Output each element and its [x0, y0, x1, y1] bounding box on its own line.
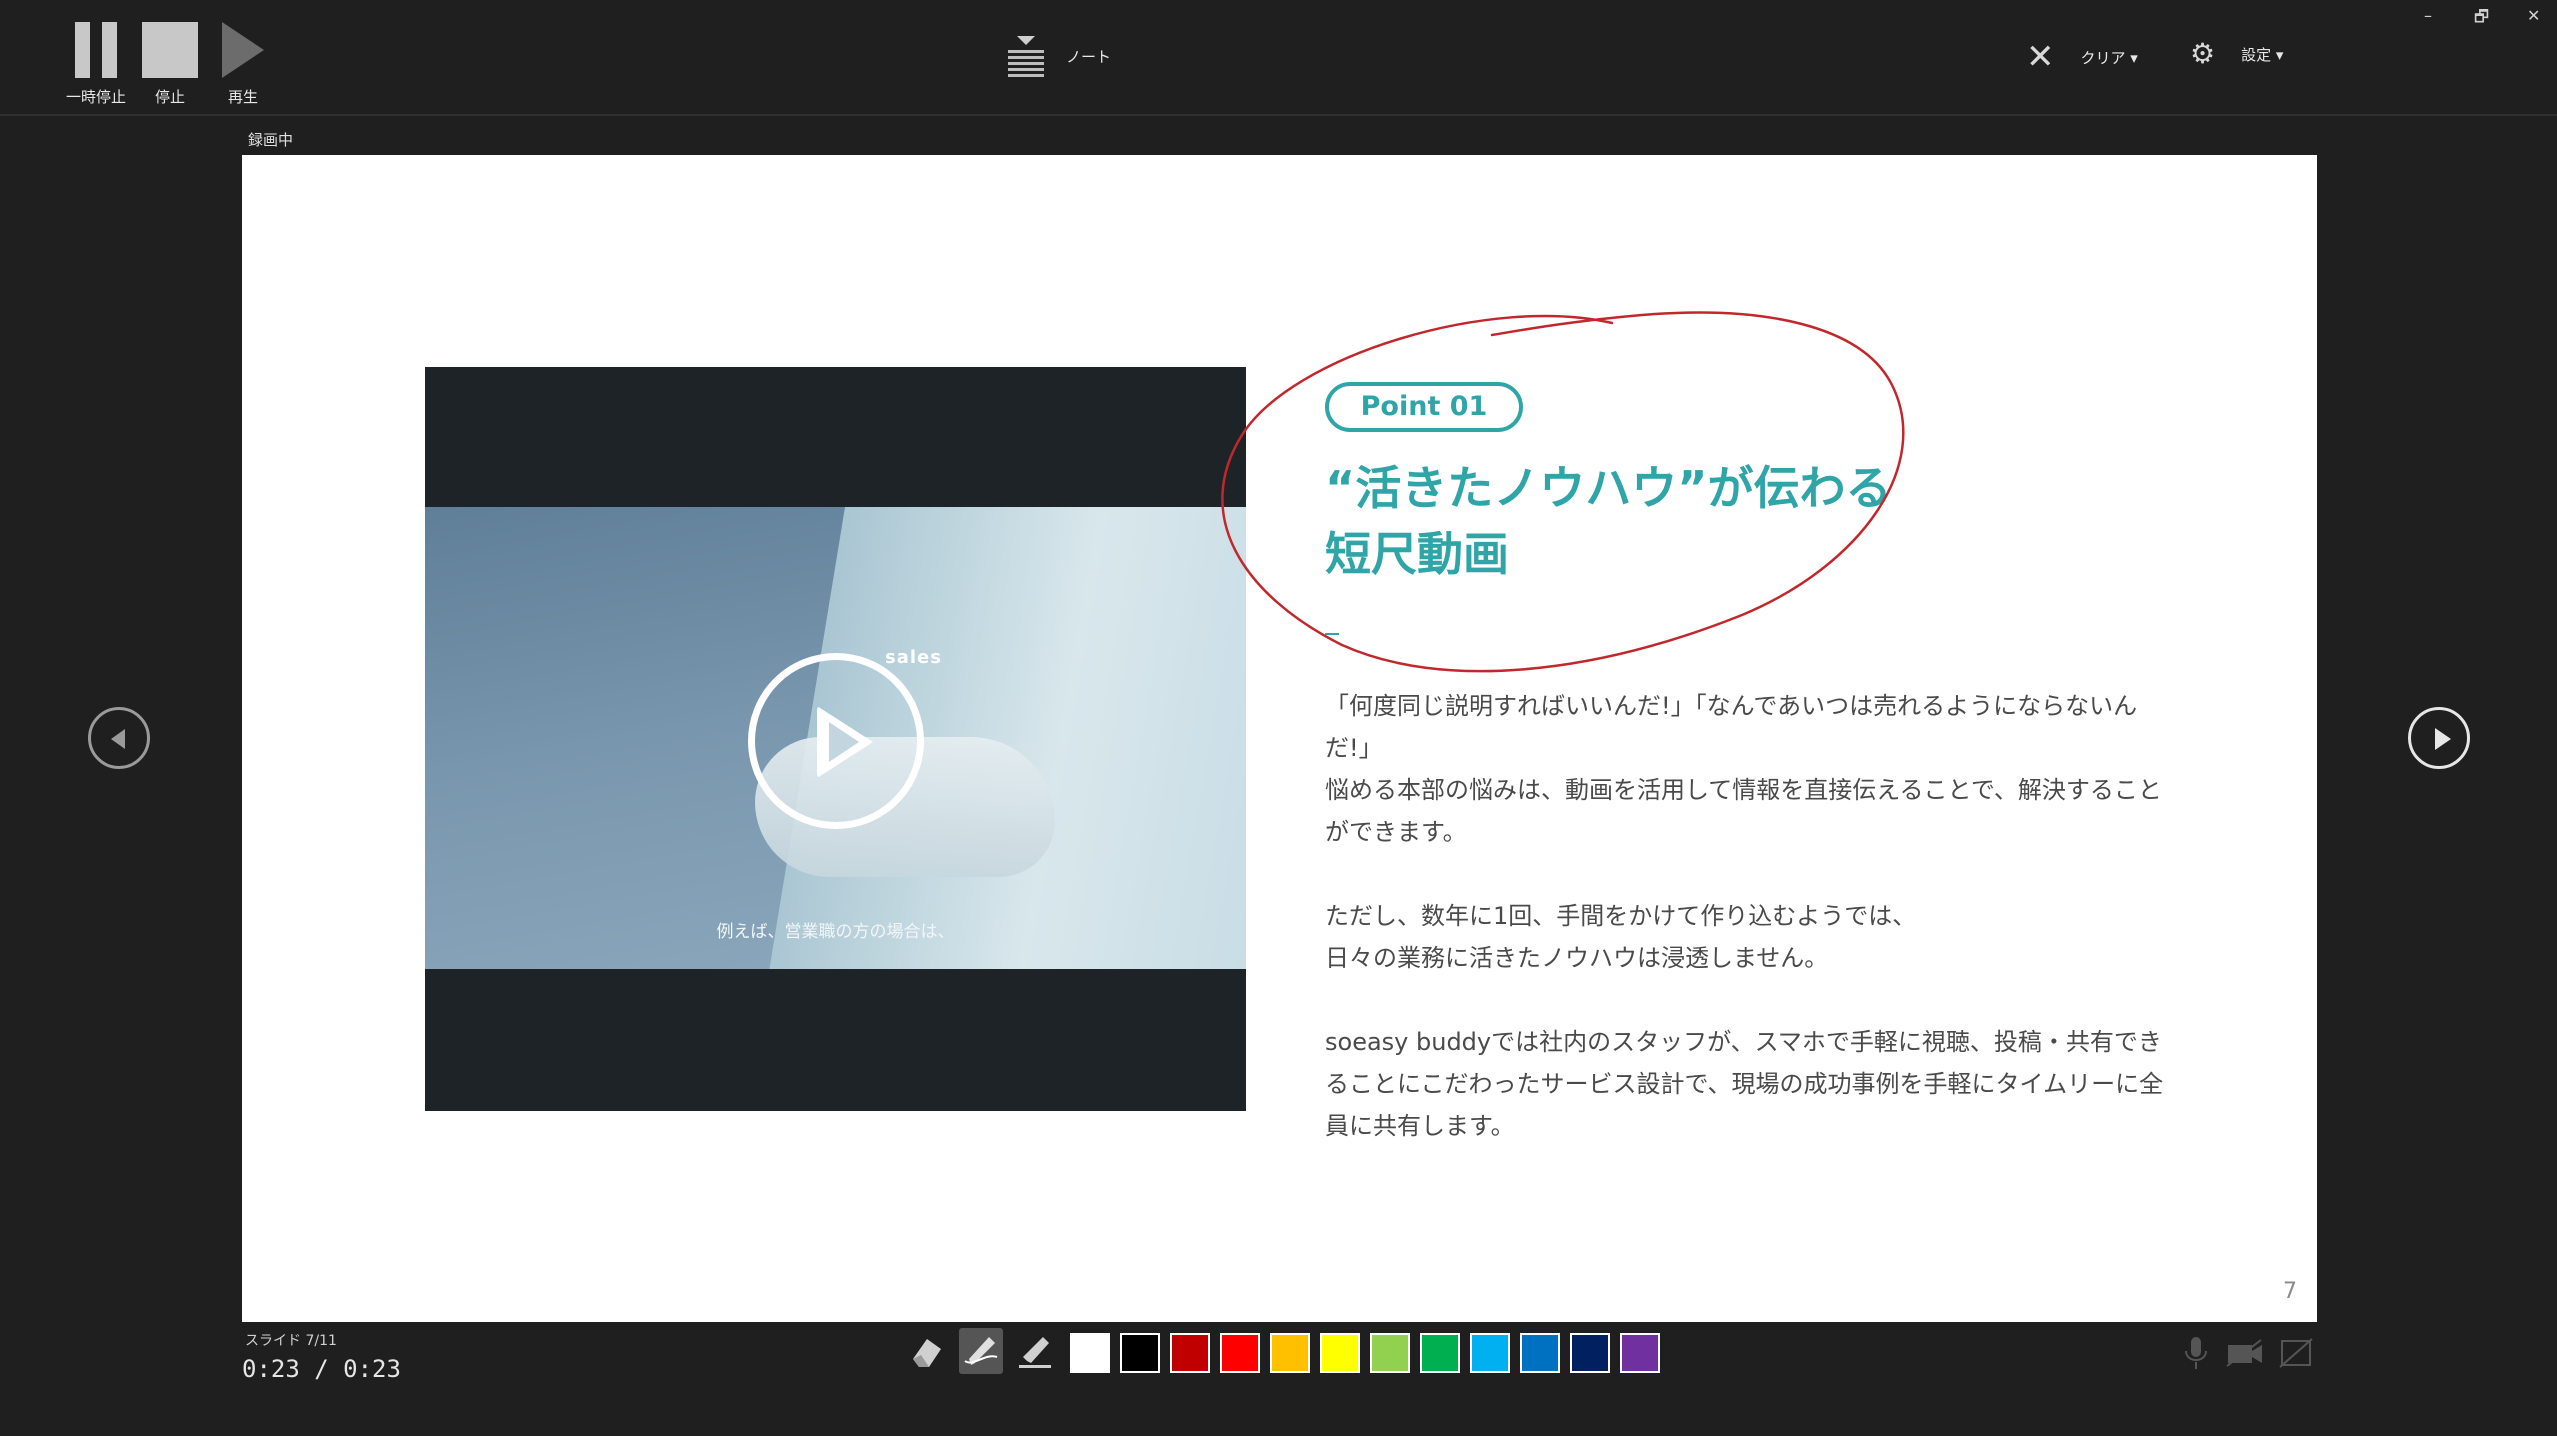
- ink-color-swatch[interactable]: [1320, 1333, 1360, 1373]
- settings-gear-icon: ⚙: [2190, 37, 2216, 70]
- notes-button[interactable]: ノート: [1008, 36, 1112, 77]
- clear-button[interactable]: ✕ クリア ▾: [2026, 40, 2138, 74]
- body-paragraph-3: ただし、数年に1回、手間をかけて作り込むようでは、: [1325, 902, 1917, 930]
- eraser-icon: [913, 1339, 941, 1367]
- microphone-button[interactable]: [2176, 1333, 2216, 1373]
- close-button[interactable]: ✕: [2527, 6, 2540, 25]
- headline-line-2: 短尺動画: [1325, 527, 1509, 581]
- video-brand-text: sales: [885, 647, 942, 668]
- arrow-left-icon: [111, 729, 125, 749]
- stop-icon: [142, 22, 198, 78]
- presenter-view: 一時停止 停止 再生 ノート ✕ クリア ▾ ⚙ 設定 ▾ – 🗗 ✕ 録画中 …: [0, 0, 2557, 1436]
- notes-label: ノート: [1066, 47, 1112, 66]
- recording-timer: 0:23 / 0:23: [242, 1355, 401, 1383]
- pen-tool[interactable]: [959, 1328, 1003, 1374]
- ink-color-swatch[interactable]: [1370, 1333, 1410, 1373]
- slide-canvas[interactable]: sales 例えば、営業職の方の場合は、 Point 01 “活きたノウハウ”が…: [242, 155, 2317, 1322]
- settings-label: 設定 ▾: [2241, 45, 2284, 64]
- ink-color-swatch[interactable]: [1620, 1333, 1660, 1373]
- camera-preview-off-icon: [2279, 1338, 2313, 1368]
- recording-indicator: 録画中: [248, 131, 294, 149]
- pen-toolbar: [905, 1328, 1057, 1374]
- restore-button[interactable]: 🗗: [2474, 6, 2489, 33]
- body-paragraph-5: soeasy buddyでは社内のスタッフが、スマホで手軽に視聴、投稿・共有でき…: [1325, 1028, 2164, 1140]
- divider-dash: [1325, 633, 1339, 635]
- ink-color-swatch[interactable]: [1420, 1333, 1460, 1373]
- ink-color-swatch[interactable]: [1270, 1333, 1310, 1373]
- microphone-icon: [2185, 1337, 2207, 1369]
- body-paragraph-2: 悩める本部の悩みは、動画を活用して情報を直接伝えることで、解決することができます…: [1325, 776, 2162, 846]
- clear-x-icon: ✕: [2026, 37, 2055, 77]
- camera-button[interactable]: [2225, 1333, 2265, 1373]
- headline-line-1: “活きたノウハウ”が伝わる: [1325, 461, 1892, 515]
- ink-color-swatch[interactable]: [1070, 1333, 1110, 1373]
- camera-off-icon: [2226, 1339, 2262, 1367]
- pause-label: 一時停止: [66, 88, 127, 106]
- ink-color-swatch[interactable]: [1120, 1333, 1160, 1373]
- point-badge: Point 01: [1325, 382, 1523, 432]
- stop-label: 停止: [154, 88, 185, 106]
- ink-color-swatch[interactable]: [1170, 1333, 1210, 1373]
- video-caption: 例えば、営業職の方の場合は、: [716, 922, 955, 942]
- highlighter-icon: [1019, 1337, 1051, 1368]
- ink-color-swatch[interactable]: [1220, 1333, 1260, 1373]
- play-label: 再生: [227, 88, 258, 106]
- video-player[interactable]: sales 例えば、営業職の方の場合は、: [425, 367, 1246, 1111]
- ink-color-palette: [1070, 1333, 1660, 1373]
- highlighter-tool[interactable]: [1013, 1328, 1057, 1374]
- minimize-button[interactable]: –: [2424, 6, 2432, 25]
- ink-color-swatch[interactable]: [1470, 1333, 1510, 1373]
- slide-body: 「何度同じ説明すればいいんだ!」「なんであいつは売れるようにならないんだ!」 悩…: [1325, 685, 2165, 1147]
- slide-headline: “活きたノウハウ”が伝わる 短尺動画: [1325, 455, 1891, 587]
- eraser-tool[interactable]: [905, 1328, 949, 1374]
- pen-icon: [964, 1337, 998, 1365]
- slide-counter: スライド 7/11: [245, 1333, 337, 1349]
- camera-preview-button[interactable]: [2276, 1333, 2316, 1373]
- next-slide-button[interactable]: [2408, 707, 2470, 769]
- stop-button[interactable]: 停止: [142, 22, 198, 107]
- play-button[interactable]: 再生: [222, 22, 264, 107]
- play-icon: [222, 22, 264, 78]
- pause-button[interactable]: 一時停止: [66, 22, 126, 107]
- previous-slide-button[interactable]: [88, 707, 150, 769]
- video-play-icon[interactable]: [748, 653, 924, 829]
- clear-label: クリア ▾: [2080, 48, 2138, 67]
- ink-color-swatch[interactable]: [1520, 1333, 1560, 1373]
- settings-button[interactable]: ⚙ 設定 ▾: [2190, 40, 2283, 68]
- arrow-right-icon: [2435, 728, 2451, 750]
- top-toolbar: 一時停止 停止 再生 ノート ✕ クリア ▾ ⚙ 設定 ▾ – 🗗 ✕: [0, 0, 2557, 116]
- ink-color-swatch[interactable]: [1570, 1333, 1610, 1373]
- notes-icon: [1008, 36, 1044, 77]
- body-paragraph-4: 日々の業務に活きたノウハウは浸透しません。: [1325, 944, 1829, 972]
- pause-icon: [75, 22, 117, 78]
- slide-page-number: 7: [2283, 1279, 2297, 1304]
- body-paragraph-1: 「何度同じ説明すればいいんだ!」「なんであいつは売れるようにならないんだ!」: [1325, 692, 2138, 762]
